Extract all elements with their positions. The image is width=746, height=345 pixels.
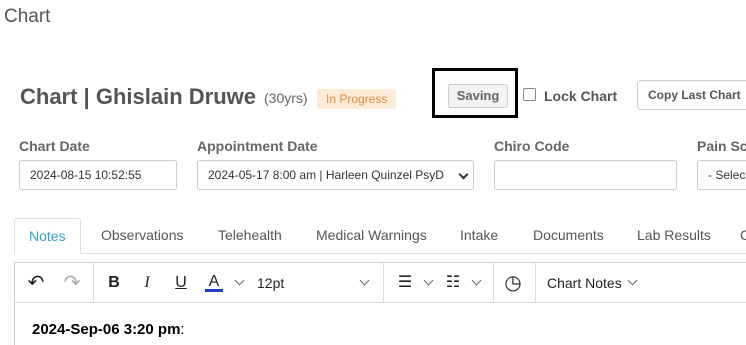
toolbar-divider xyxy=(93,263,94,303)
underline-icon[interactable]: U xyxy=(172,272,190,294)
chart-date-input[interactable]: 2024-08-15 10:52:55 xyxy=(19,160,177,190)
clock-icon[interactable]: ◷ xyxy=(502,272,524,294)
chevron-down-icon[interactable] xyxy=(423,275,434,286)
numbered-list-icon[interactable]: ☷ xyxy=(443,272,463,294)
note-entry: 2024-Sep-06 3:20 pm: xyxy=(32,321,185,338)
saving-button[interactable]: Saving xyxy=(448,84,508,108)
tab-observations[interactable]: Observations xyxy=(101,218,183,254)
tab-overflow[interactable]: C xyxy=(740,218,746,254)
note-timestamp: 2024-Sep-06 3:20 pm xyxy=(32,321,181,338)
lock-chart-label[interactable]: Lock Chart xyxy=(544,88,617,104)
tab-documents[interactable]: Documents xyxy=(533,218,604,254)
appointment-date-label: Appointment Date xyxy=(197,138,318,154)
note-suffix: : xyxy=(180,321,185,338)
chart-notes-select[interactable]: Chart Notes xyxy=(547,272,627,294)
editor-toolbar: ↶ ↷ B I U A 12pt ☰ ☷ ◷ Chart Notes xyxy=(15,263,746,303)
pain-scale-value: - Selec xyxy=(708,168,746,182)
chiro-code-input[interactable] xyxy=(494,160,677,190)
copy-last-chart-button[interactable]: Copy Last Chart xyxy=(637,80,746,110)
tab-telehealth[interactable]: Telehealth xyxy=(218,218,282,254)
undo-icon[interactable]: ↶ xyxy=(25,272,47,294)
tab-intake[interactable]: Intake xyxy=(460,218,498,254)
italic-icon[interactable]: I xyxy=(139,272,155,294)
status-badge: In Progress xyxy=(317,89,397,109)
tab-notes[interactable]: Notes xyxy=(14,218,81,254)
appointment-date-select[interactable]: 2024-05-17 8:00 am | Harleen Quinzel Psy… xyxy=(197,160,474,190)
chevron-down-icon[interactable] xyxy=(359,275,370,286)
bulleted-list-icon[interactable]: ☰ xyxy=(395,272,415,294)
font-size-select[interactable]: 12pt xyxy=(257,272,289,294)
lock-chart-checkbox[interactable] xyxy=(523,88,536,101)
chevron-down-icon xyxy=(458,169,469,180)
page-heading: Chart xyxy=(4,6,51,27)
toolbar-divider xyxy=(535,263,536,303)
chevron-down-icon[interactable] xyxy=(234,275,245,286)
toolbar-divider xyxy=(493,263,494,303)
toolbar-divider xyxy=(383,263,384,303)
tab-lab-results[interactable]: Lab Results xyxy=(637,218,711,254)
chiro-code-label: Chiro Code xyxy=(494,138,570,154)
notes-editor[interactable]: ↶ ↷ B I U A 12pt ☰ ☷ ◷ Chart Notes 2024-… xyxy=(14,262,746,345)
redo-icon[interactable]: ↷ xyxy=(61,272,83,294)
chart-date-label: Chart Date xyxy=(19,138,90,154)
bold-icon[interactable]: B xyxy=(105,272,123,294)
appointment-date-value: 2024-05-17 8:00 am | Harleen Quinzel Psy… xyxy=(208,168,444,182)
font-color-icon[interactable]: A xyxy=(205,272,223,292)
chart-title: Chart | Ghislain Druwe xyxy=(20,84,256,109)
chevron-down-icon[interactable] xyxy=(627,275,638,286)
chart-date-value: 2024-08-15 10:52:55 xyxy=(30,168,142,182)
pain-scale-label: Pain Sca xyxy=(697,138,746,154)
chevron-down-icon[interactable] xyxy=(471,275,482,286)
pain-scale-select[interactable]: - Selec xyxy=(697,160,746,190)
tab-medical-warnings[interactable]: Medical Warnings xyxy=(316,218,427,254)
patient-age: (30yrs) xyxy=(264,90,308,106)
